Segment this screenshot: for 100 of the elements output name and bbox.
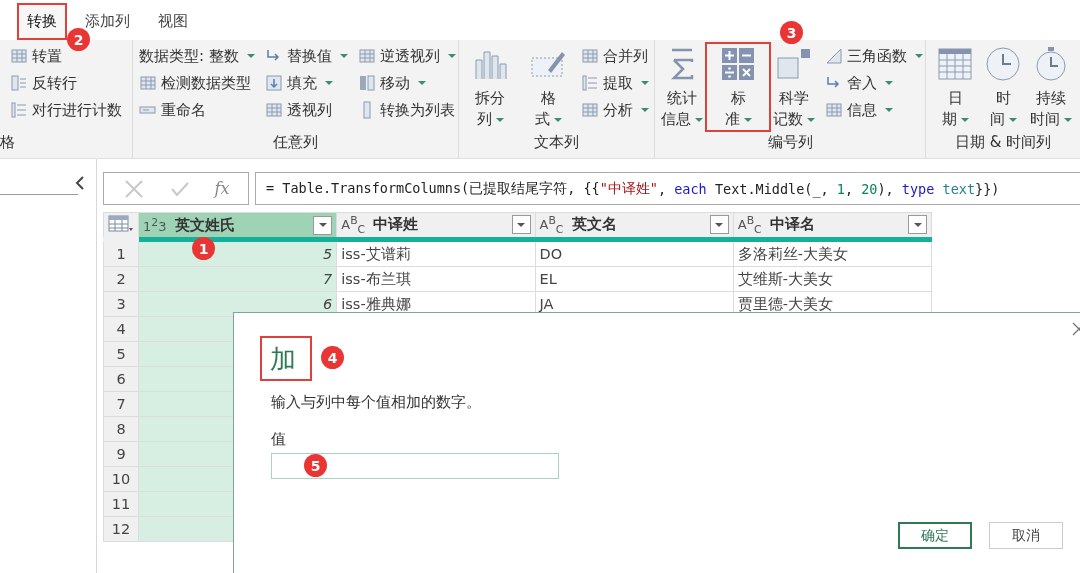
- caret-icon: [324, 81, 333, 85]
- table-menu[interactable]: [103, 212, 139, 240]
- grid-icon: [264, 101, 283, 119]
- value-field[interactable]: [271, 453, 559, 479]
- table-cell: 7: [138, 266, 337, 292]
- caret-icon: [1064, 117, 1072, 122]
- filter-button[interactable]: [313, 215, 333, 235]
- column-header[interactable]: A$^{B}$$_{C}$ 中译姓: [336, 212, 535, 240]
- row-number: 7: [103, 391, 139, 417]
- ribbon-button[interactable]: 提取: [581, 71, 649, 95]
- column-header[interactable]: A$^{B}$$_{C}$ 中译名: [733, 212, 932, 240]
- group-label: 日期 & 时间列: [953, 132, 1053, 153]
- triangle-icon: [825, 47, 843, 65]
- table-cell: 多洛莉丝-大美女: [733, 239, 932, 267]
- column-name: 英文名: [571, 215, 618, 235]
- table-cell: iss-布兰琪: [336, 266, 535, 292]
- filter-button[interactable]: [908, 215, 927, 235]
- grid-icon: [581, 47, 599, 65]
- column-header[interactable]: A$^{B}$$_{C}$ 英文名: [535, 212, 734, 240]
- grid-icon: [825, 101, 843, 119]
- grid-icon: [581, 101, 599, 119]
- number-badge: 2: [67, 28, 90, 51]
- row-number: 10: [103, 466, 139, 492]
- filter-button[interactable]: [511, 215, 531, 235]
- ribbon-button[interactable]: 合并列: [581, 44, 649, 68]
- column-name: 中译名: [769, 215, 816, 235]
- cancel-button[interactable]: 取消: [989, 522, 1063, 549]
- ribbon-button[interactable]: 数据类型: 整数: [139, 44, 255, 68]
- ribbon-button[interactable]: 分析: [581, 98, 649, 122]
- caret-icon: [1008, 117, 1017, 122]
- table-cell: EL: [535, 266, 734, 292]
- column-name: 英文姓氏: [175, 215, 236, 235]
- ribbon-button[interactable]: 反转行: [10, 71, 122, 95]
- caret-icon: [807, 117, 815, 122]
- caret-icon: [885, 81, 893, 85]
- ribbon-button[interactable]: 重命名: [139, 98, 255, 122]
- group-label: 编号列: [766, 132, 814, 153]
- ribbon-tab[interactable]: 转换: [17, 3, 67, 40]
- ok-button[interactable]: 确定: [898, 522, 972, 549]
- caret-icon: [695, 117, 703, 122]
- table-cell: 艾维斯-大美女: [733, 266, 932, 292]
- table-icon[interactable]: [108, 214, 134, 233]
- table-cell: iss-艾谱莉: [336, 239, 535, 267]
- ribbon-button[interactable]: 检测数据类型: [139, 71, 255, 95]
- caret-icon: [960, 117, 969, 122]
- row-number: 4: [103, 316, 139, 342]
- row-number: 2: [103, 266, 139, 292]
- ribbon-button[interactable]: 对行进行计数: [10, 98, 122, 122]
- fx-label[interactable]: fx: [214, 179, 230, 198]
- list-icon: [10, 101, 28, 119]
- caret-icon: [339, 54, 348, 58]
- row-number: 11: [103, 491, 139, 517]
- group-label: 任意列: [272, 132, 319, 153]
- calculator-icon: [720, 46, 756, 82]
- ribbon-button[interactable]: 替换值: [264, 44, 348, 68]
- ribbon-button[interactable]: 舍入: [825, 71, 923, 95]
- caret-icon: [915, 54, 923, 58]
- calendar-icon: [937, 46, 973, 82]
- caret-icon: [743, 117, 752, 122]
- ribbon-button[interactable]: 三角函数: [825, 44, 923, 68]
- ribbon-button[interactable]: 逆透视列: [357, 44, 456, 68]
- row-number: 12: [103, 516, 139, 542]
- number-badge: 4: [321, 346, 344, 369]
- ribbon-button[interactable]: 标 准: [707, 44, 769, 130]
- rows-icon: [10, 74, 28, 92]
- ribbon-button[interactable]: 时 间: [980, 44, 1026, 130]
- collapse-icon[interactable]: [75, 176, 85, 190]
- ribbon-button[interactable]: 拆分 列: [465, 44, 515, 130]
- check-icon[interactable]: [169, 180, 190, 197]
- ribbon-button[interactable]: 日 期: [932, 44, 978, 130]
- column-name: 中译姓: [373, 215, 420, 235]
- caret-icon: [553, 117, 562, 122]
- ribbon-button[interactable]: 统计 信息: [661, 44, 703, 130]
- caret-icon: [641, 108, 649, 112]
- ribbon-button[interactable]: 格 式: [523, 44, 573, 130]
- ribbon-button[interactable]: 持续 时间: [1028, 44, 1074, 130]
- clock-icon: [985, 46, 1021, 82]
- column-header[interactable]: 1$^{2}$3 英文姓氏: [138, 212, 337, 240]
- filter-button[interactable]: [709, 215, 729, 235]
- caret-icon: [495, 117, 504, 122]
- dialog-description: 输入与列中每个值相加的数字。: [271, 393, 482, 412]
- caret-icon: [447, 54, 456, 58]
- caret-icon: [417, 81, 426, 85]
- stopwatch-icon: [1033, 46, 1069, 82]
- grid-icon: [10, 47, 28, 65]
- grid-icon: [139, 74, 157, 92]
- row-number: 3: [103, 291, 139, 317]
- ribbon-button[interactable]: 透视列: [264, 98, 348, 122]
- ribbon-tab[interactable]: 视图: [148, 3, 198, 40]
- formula-field[interactable]: = Table.TransformColumns(已提取结尾字符, {{"中译姓", each Text.Middle(_, 1, 20), type text}}): [255, 172, 1080, 205]
- row-number: 6: [103, 366, 139, 392]
- ribbon-button[interactable]: 转换为列表: [357, 98, 456, 122]
- row-number: 5: [103, 341, 139, 367]
- ribbon-button[interactable]: 填充: [264, 71, 348, 95]
- field-label: 值: [271, 430, 287, 449]
- ribbon-button[interactable]: 科学 记数: [773, 44, 815, 130]
- ribbon-button[interactable]: 信息: [825, 98, 923, 122]
- table-cell: DO: [535, 239, 734, 267]
- ribbon-button[interactable]: 移动: [357, 71, 456, 95]
- grid-icon: [357, 47, 376, 65]
